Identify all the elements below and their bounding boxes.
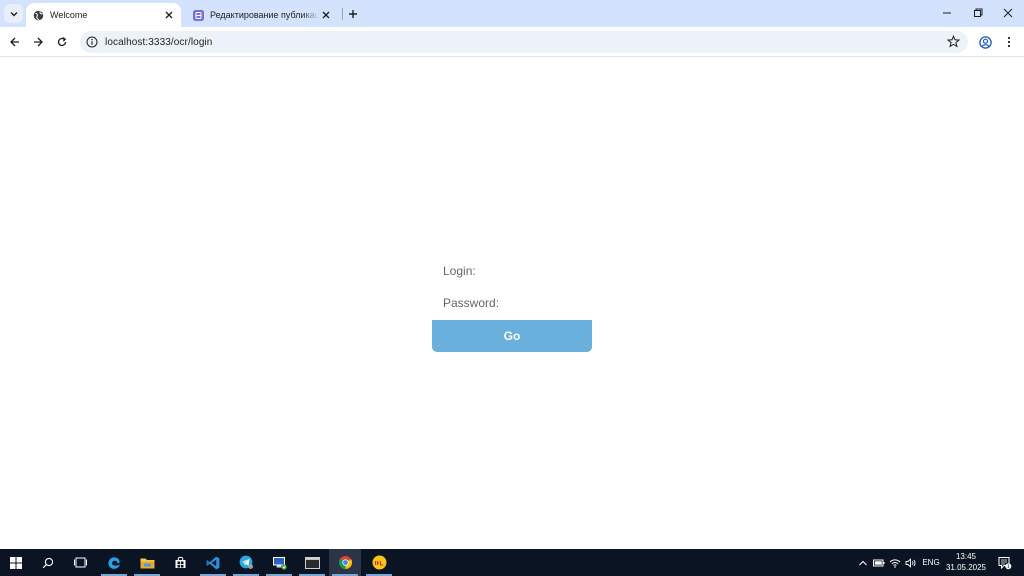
taskbar-remote-desktop[interactable] — [263, 549, 295, 576]
new-tab-button[interactable] — [345, 6, 361, 22]
address-bar[interactable]: localhost:3333/ocr/login — [80, 31, 968, 53]
site-info-icon[interactable] — [86, 36, 98, 48]
url-text: localhost:3333/ocr/login — [105, 36, 213, 48]
store-icon — [175, 556, 185, 568]
tab-separator — [342, 8, 343, 20]
tab-title: Welcome — [50, 10, 88, 20]
plus-icon — [349, 10, 357, 18]
password-label: Password: — [443, 296, 500, 310]
clock-date: 31.05.2025 — [945, 563, 987, 572]
speaker-icon — [905, 557, 916, 568]
battery-tray-button[interactable] — [872, 549, 886, 576]
tab-edit-publication[interactable]: Редактирование публикации — [186, 3, 338, 27]
action-center-button[interactable]: 1 — [994, 549, 1016, 576]
edge-icon — [108, 556, 120, 569]
notification-count: 1 — [1007, 564, 1010, 570]
restore-icon — [974, 8, 983, 17]
telegram-icon — [239, 555, 253, 569]
taskbar-edge[interactable] — [98, 549, 130, 576]
bookmark-star-icon[interactable] — [946, 34, 961, 48]
clock-time: 13:45 — [955, 552, 977, 561]
restore-button[interactable] — [967, 4, 989, 22]
terminal-icon — [304, 556, 320, 569]
reload-icon — [57, 37, 67, 47]
network-tray-button[interactable] — [888, 549, 902, 576]
taskbar-telegram[interactable] — [230, 549, 262, 576]
login-label: Login: — [443, 264, 476, 278]
taskbar-app[interactable] — [363, 549, 395, 576]
chevron-down-icon — [10, 11, 17, 16]
arrow-right-icon — [34, 37, 43, 47]
close-window-button[interactable] — [997, 4, 1019, 22]
app-icon — [372, 555, 386, 570]
taskbar-chrome[interactable] — [329, 549, 361, 576]
search-icon — [42, 557, 54, 568]
start-button[interactable] — [0, 549, 32, 576]
more-vert-icon — [1007, 36, 1011, 48]
tab-strip: Welcome Редактирование публикации — [0, 0, 1024, 27]
taskbar-file-explorer[interactable] — [131, 549, 163, 576]
remote-desktop-icon — [272, 556, 287, 570]
tab-search-button[interactable] — [4, 4, 23, 23]
tab-welcome[interactable]: Welcome — [26, 3, 181, 27]
back-button[interactable] — [7, 34, 23, 50]
taskbar: ENG 13:45 31.05.2025 1 — [0, 549, 1024, 576]
close-tab-icon[interactable] — [319, 8, 333, 22]
volume-tray-button[interactable] — [903, 549, 918, 576]
close-tab-icon[interactable] — [162, 8, 176, 22]
notification-icon: 1 — [998, 556, 1012, 570]
close-icon — [1003, 8, 1013, 18]
windows-start-icon — [10, 556, 22, 569]
reload-button[interactable] — [54, 34, 70, 50]
language-indicator[interactable]: ENG — [920, 549, 942, 576]
menu-button[interactable] — [1001, 34, 1017, 50]
taskbar-terminal[interactable] — [296, 549, 328, 576]
taskbar-store[interactable] — [164, 549, 196, 576]
show-hidden-icons-button[interactable] — [856, 549, 869, 576]
taskbar-clock[interactable]: 13:45 31.05.2025 — [942, 551, 990, 573]
taskbar-search-button[interactable] — [32, 549, 64, 576]
task-view-button[interactable] — [64, 549, 96, 576]
chevron-up-icon — [858, 560, 867, 565]
globe-icon — [33, 10, 44, 21]
task-view-icon — [73, 557, 87, 568]
forward-button[interactable] — [30, 34, 46, 50]
go-button[interactable]: Go — [432, 320, 592, 352]
battery-icon — [873, 559, 885, 566]
minimize-button[interactable] — [936, 4, 958, 22]
arrow-left-icon — [10, 37, 19, 47]
chrome-icon — [338, 555, 352, 570]
profile-button[interactable] — [977, 34, 993, 50]
taskbar-vscode[interactable] — [197, 549, 229, 576]
wifi-icon — [889, 558, 901, 568]
browser-toolbar: localhost:3333/ocr/login — [0, 27, 1024, 57]
vscode-icon — [206, 556, 220, 569]
profile-icon — [978, 35, 992, 49]
tab-title: Редактирование публикации — [210, 10, 319, 20]
file-explorer-icon — [140, 558, 154, 568]
page-content: Login: Password: Go — [0, 58, 1024, 549]
app-icon — [193, 9, 204, 21]
minimize-icon — [943, 12, 951, 14]
